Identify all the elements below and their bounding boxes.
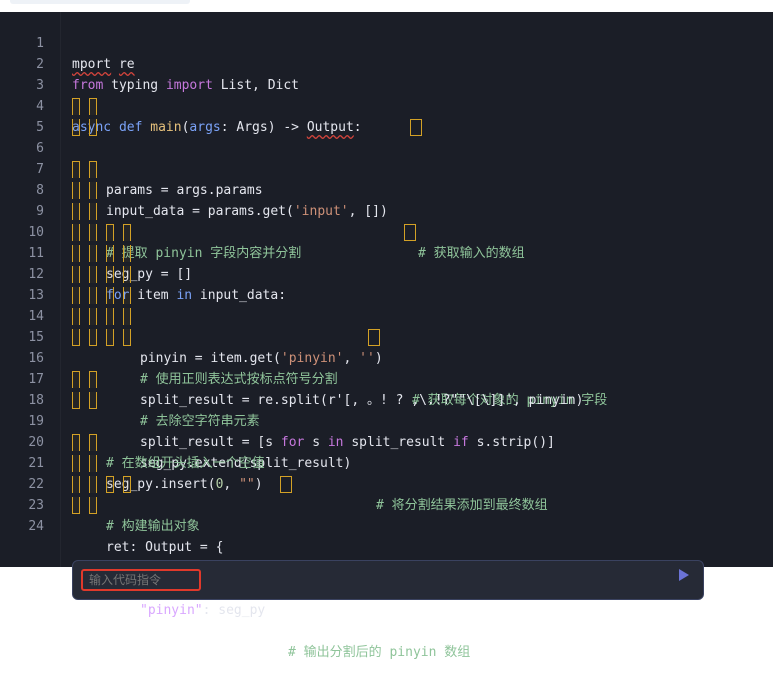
indent-guide bbox=[89, 497, 97, 514]
code-line: 2 from typing import List, Dict bbox=[0, 33, 773, 93]
indent-guide bbox=[72, 245, 80, 262]
indent-guide bbox=[123, 245, 131, 262]
indent-guide bbox=[123, 266, 131, 283]
code-line: 7 bbox=[0, 138, 773, 177]
indent-guide bbox=[72, 308, 80, 325]
indent-guide bbox=[123, 287, 131, 304]
code-line: 23 "pinyin": seg_py # 输出分割后的 pinyin 数组 bbox=[0, 474, 773, 660]
indent-guide bbox=[72, 182, 80, 199]
indent-guide bbox=[89, 455, 97, 472]
indent-guide bbox=[89, 287, 97, 304]
indent-guide bbox=[89, 371, 97, 388]
code-editor[interactable]: 1 mport re 2 from typing import List, Di… bbox=[0, 12, 773, 660]
comment-marker bbox=[368, 329, 380, 346]
code-line: 5 params = args.params bbox=[0, 96, 773, 198]
indent-guide bbox=[72, 119, 80, 136]
indent-guide bbox=[72, 329, 80, 346]
code-line: 22 ret: Output = { bbox=[0, 453, 773, 555]
code-line: 20 bbox=[0, 411, 773, 450]
comment-marker bbox=[280, 476, 292, 493]
indent-guide bbox=[106, 308, 114, 325]
indent-guide bbox=[89, 476, 97, 493]
indent-guide bbox=[89, 434, 97, 451]
code-line: 18 # 在数组开头插入一个空值 bbox=[0, 369, 773, 471]
code-line: 12 # 使用正则表达式按标点符号分割 bbox=[0, 243, 773, 387]
send-icon[interactable] bbox=[679, 569, 689, 581]
indent-guide bbox=[72, 266, 80, 283]
top-strip bbox=[0, 0, 773, 12]
line-comment: # 构建输出对象 bbox=[106, 519, 200, 534]
code-line: 8 # 提取 pinyin 字段内容并分割 bbox=[0, 159, 773, 261]
indent-guide bbox=[72, 497, 80, 514]
indent-guide bbox=[123, 308, 131, 325]
indent-guide bbox=[72, 476, 80, 493]
code-instruction-input[interactable] bbox=[81, 569, 201, 591]
indent-guide bbox=[123, 329, 131, 346]
code-line: 19 seg_py.insert(0, "") bbox=[0, 390, 773, 492]
indent-guide bbox=[89, 203, 97, 220]
line-number: 24 bbox=[28, 519, 44, 534]
code-line: 21 # 构建输出对象 bbox=[0, 432, 773, 534]
indent-guide bbox=[72, 392, 80, 409]
indent-guide bbox=[72, 203, 80, 220]
code-line: 24 } bbox=[0, 495, 773, 597]
code-line: 4 async def main(args: Args) -> Output: bbox=[0, 75, 773, 135]
code-line: 11 pinyin = item.get('pinyin', '') # 获取每… bbox=[0, 222, 773, 408]
indent-guide bbox=[106, 329, 114, 346]
indent-guide bbox=[89, 119, 97, 136]
code-line: 9 seg_py = [] bbox=[0, 180, 773, 282]
indent-guide bbox=[72, 98, 80, 115]
code-line: 14 # 去除空字符串元素 bbox=[0, 285, 773, 429]
indent-guide bbox=[72, 224, 80, 241]
indent-guide bbox=[106, 476, 114, 493]
code-line: 16 seg_py.extend(split_result) # 将分割结果添加… bbox=[0, 327, 773, 513]
code-line: 17 bbox=[0, 348, 773, 387]
indent-guide bbox=[123, 224, 131, 241]
code-line: 15 split_result = [s for s in split_resu… bbox=[0, 306, 773, 450]
code-line: 10 for item in input_data: bbox=[0, 201, 773, 303]
indent-guide bbox=[89, 224, 97, 241]
indent-guide bbox=[72, 371, 80, 388]
indent-guide bbox=[106, 245, 114, 262]
indent-guide bbox=[89, 266, 97, 283]
indent-guide bbox=[72, 287, 80, 304]
indent-guide bbox=[89, 161, 97, 178]
indent-guide bbox=[106, 266, 114, 283]
indent-guide bbox=[72, 161, 80, 178]
code-line: 3 bbox=[0, 54, 773, 93]
line-code: ret: Output = { bbox=[106, 540, 224, 555]
indent-guide bbox=[72, 434, 80, 451]
code-line: 1 mport re bbox=[0, 12, 773, 72]
top-tab bbox=[10, 0, 190, 4]
code-line: 6 input_data = params.get('input', []) #… bbox=[0, 117, 773, 261]
indent-guide bbox=[72, 455, 80, 472]
indent-guide bbox=[106, 287, 114, 304]
comment-marker bbox=[410, 119, 422, 136]
indent-guide bbox=[89, 98, 97, 115]
chat-input-box[interactable] bbox=[72, 560, 704, 600]
line-comment: # 输出分割后的 pinyin 数组 bbox=[288, 645, 471, 660]
line-code: "pinyin": seg_py bbox=[140, 603, 266, 618]
indent-guide bbox=[106, 224, 114, 241]
indent-guide bbox=[89, 329, 97, 346]
code-line: 13 split_result = re.split(r'[, 。! ? ,\.… bbox=[0, 264, 773, 408]
comment-marker bbox=[404, 224, 416, 241]
indent-guide bbox=[89, 308, 97, 325]
indent-guide bbox=[89, 392, 97, 409]
indent-guide bbox=[89, 245, 97, 262]
indent-guide bbox=[89, 182, 97, 199]
indent-guide bbox=[123, 476, 131, 493]
